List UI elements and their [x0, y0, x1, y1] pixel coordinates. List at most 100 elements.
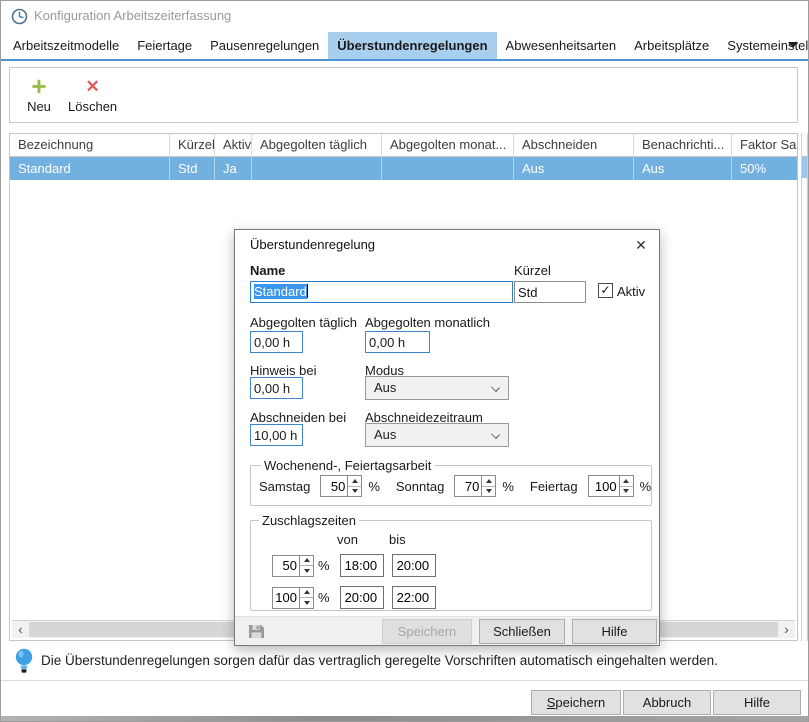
samstag-spinner-input[interactable]	[321, 476, 347, 496]
abgegolten-monatlich-label: Abgegolten monatlich	[365, 315, 490, 330]
window-bottom-edge	[1, 716, 808, 721]
percent-sign: %	[368, 479, 380, 494]
app-window: Konfiguration Arbeitszeiterfassung Arbei…	[0, 0, 809, 722]
dialog-close-button[interactable]: Schließen	[479, 619, 565, 644]
plus-icon: +	[31, 75, 46, 99]
dialog-help-button[interactable]: Hilfe	[572, 619, 657, 644]
kuerzel-label: Kürzel	[514, 263, 551, 278]
feiertag-label: Feiertag	[530, 479, 578, 494]
samstag-spinner[interactable]	[320, 475, 362, 497]
column-header-abgegolten-taeglich[interactable]: Abgegolten täglich	[252, 134, 382, 156]
overtime-rule-dialog: Überstundenregelung ✕ Name Standard Kürz…	[234, 229, 660, 646]
tab-pausenregelungen[interactable]: Pausenregelungen	[201, 32, 328, 59]
surcharge2-percent-input[interactable]	[273, 588, 299, 608]
tab-arbeitszeitmodelle[interactable]: Arbeitszeitmodelle	[4, 32, 128, 59]
column-header-abgegolten-monatlich[interactable]: Abgegolten monat...	[382, 134, 514, 156]
name-input-selected-text: Standard	[254, 284, 307, 299]
abschneidezeitraum-selected-value: Aus	[374, 427, 396, 442]
modus-select[interactable]: Aus	[365, 376, 509, 400]
surcharge2-bis-input[interactable]	[392, 586, 436, 609]
hinweis-input[interactable]	[250, 377, 303, 399]
column-header-kuerzel[interactable]: Kürzel	[170, 134, 215, 156]
table-header-row: Bezeichnung Kürzel Aktiv Abgegolten tägl…	[10, 134, 797, 157]
cell-abgegolten-monatlich	[382, 157, 514, 180]
clock-app-icon	[11, 8, 28, 25]
abgegolten-taeglich-label: Abgegolten täglich	[250, 315, 357, 330]
surcharge1-bis-input[interactable]	[392, 554, 436, 577]
dialog-titlebar[interactable]: Überstundenregelung ✕	[235, 230, 659, 259]
save-disk-icon	[244, 621, 268, 642]
surcharge1-von-input[interactable]	[340, 554, 384, 577]
surcharge2-von-input[interactable]	[340, 586, 384, 609]
weekend-group-label: Wochenend-, Feiertagsarbeit	[261, 458, 434, 473]
abschneidezeitraum-select[interactable]: Aus	[365, 423, 509, 447]
tab-accent-line	[1, 59, 808, 61]
help-button[interactable]: Hilfe	[713, 690, 801, 715]
feiertag-spinner[interactable]	[588, 475, 634, 497]
scroll-left-icon[interactable]: ‹	[12, 621, 29, 638]
percent-sign: %	[640, 479, 652, 494]
close-icon[interactable]: ✕	[628, 233, 654, 257]
scroll-right-icon[interactable]: ›	[778, 621, 795, 638]
abgegolten-taeglich-input[interactable]	[250, 331, 303, 353]
abgegolten-monatlich-input[interactable]	[365, 331, 430, 353]
window-titlebar[interactable]: Konfiguration Arbeitszeiterfassung	[1, 1, 808, 31]
surcharge1-percent-spinner[interactable]	[272, 555, 314, 577]
save-button-label: peichern	[555, 695, 605, 710]
spinner-arrows-icon[interactable]	[299, 588, 313, 608]
surcharge1-percent-input[interactable]	[273, 556, 299, 576]
name-input[interactable]: Standard	[250, 281, 513, 303]
chevron-down-icon	[491, 430, 500, 439]
toolbar: + Neu ✕ Löschen	[9, 67, 798, 123]
spinner-arrows-icon[interactable]	[299, 556, 313, 576]
info-bar: Die Überstundenregelungen sorgen dafür d…	[1, 644, 808, 680]
column-header-aktiv[interactable]: Aktiv	[215, 134, 252, 156]
percent-sign: %	[502, 479, 514, 494]
new-button[interactable]: + Neu	[18, 70, 60, 120]
cell-faktor-samstag: 50%	[732, 157, 797, 180]
spinner-arrows-icon[interactable]	[619, 476, 633, 496]
delete-button-label: Löschen	[68, 99, 117, 115]
cell-abgegolten-taeglich	[252, 157, 382, 180]
spinner-arrows-icon[interactable]	[347, 476, 361, 496]
von-column-label: von	[337, 532, 358, 547]
text-caret	[307, 284, 308, 298]
cell-kuerzel: Std	[170, 157, 215, 180]
surcharge2-percent-spinner[interactable]	[272, 587, 314, 609]
cell-abschneiden: Aus	[514, 157, 634, 180]
sonntag-spinner-input[interactable]	[455, 476, 481, 496]
feiertag-spinner-input[interactable]	[589, 476, 619, 496]
modus-selected-value: Aus	[374, 380, 396, 395]
aktiv-label: Aktiv	[617, 284, 645, 299]
surcharge-times-group: Zuschlagszeiten von bis % %	[250, 513, 652, 611]
delete-x-icon: ✕	[85, 75, 99, 99]
aktiv-checkbox[interactable]: ✓	[598, 283, 613, 298]
percent-sign: %	[318, 590, 330, 605]
column-header-abschneiden[interactable]: Abschneiden	[514, 134, 634, 156]
tab-arbeitsplaetze[interactable]: Arbeitsplätze	[625, 32, 718, 59]
info-text: Die Überstundenregelungen sorgen dafür d…	[41, 653, 718, 668]
cancel-button[interactable]: Abbruch	[623, 690, 711, 715]
abschneiden-input[interactable]	[250, 424, 303, 446]
tab-ueberstundenregelungen[interactable]: Überstundenregelungen	[328, 32, 496, 59]
cell-bezeichnung: Standard	[10, 157, 170, 180]
delete-button[interactable]: ✕ Löschen	[68, 70, 117, 120]
dialog-save-button: Speichern	[382, 619, 472, 644]
kuerzel-input[interactable]	[514, 281, 586, 303]
column-header-faktor-samstag[interactable]: Faktor Sa	[732, 134, 797, 156]
sonntag-spinner[interactable]	[454, 475, 496, 497]
column-header-bezeichnung[interactable]: Bezeichnung	[10, 134, 170, 156]
new-button-label: Neu	[27, 99, 51, 115]
tab-abwesenheitsarten[interactable]: Abwesenheitsarten	[497, 32, 626, 59]
save-button[interactable]: Speichern	[531, 690, 621, 715]
surcharge-row-1: %	[272, 554, 436, 577]
name-label: Name	[250, 263, 285, 278]
tab-feiertage[interactable]: Feiertage	[128, 32, 201, 59]
column-header-benachrichtigung[interactable]: Benachrichti...	[634, 134, 732, 156]
surcharge-row-2: %	[272, 586, 436, 609]
spinner-arrows-icon[interactable]	[481, 476, 495, 496]
check-icon: ✓	[600, 283, 610, 297]
tab-overflow-icon[interactable]	[788, 42, 798, 48]
table-row[interactable]: Standard Std Ja Aus Aus 50%	[10, 157, 797, 180]
sonntag-label: Sonntag	[396, 479, 444, 494]
